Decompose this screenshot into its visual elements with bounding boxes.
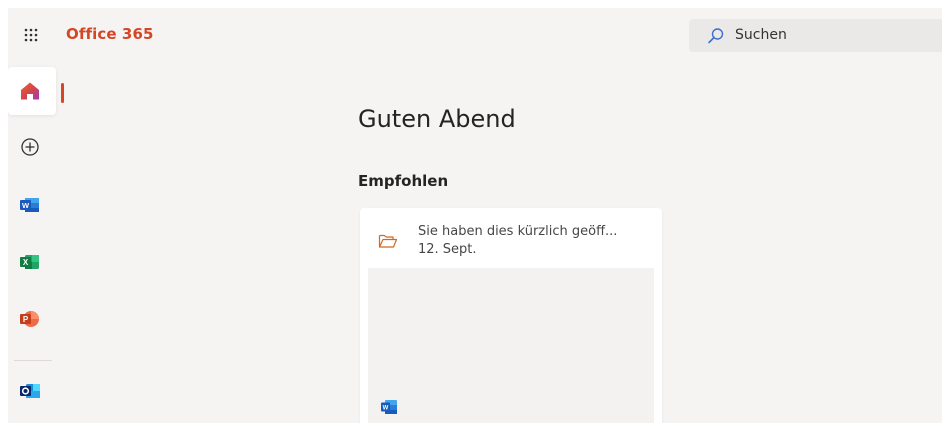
svg-text:W: W xyxy=(22,201,30,210)
rail-item-excel[interactable]: X xyxy=(8,238,56,286)
active-indicator xyxy=(61,83,64,103)
home-icon xyxy=(18,79,42,103)
document-thumbnail[interactable]: W xyxy=(368,268,654,423)
rail-divider xyxy=(14,360,52,361)
search-box[interactable]: Suchen xyxy=(689,19,942,52)
top-bar: Office 365 Suchen xyxy=(8,8,942,62)
search-placeholder: Suchen xyxy=(735,27,787,43)
recommended-card[interactable]: Sie haben dies kürzlich geöff... 12. Sep… xyxy=(360,208,662,423)
rail-item-word[interactable]: W xyxy=(8,181,56,229)
add-circle-icon xyxy=(18,135,42,159)
rail-item-powerpoint[interactable]: P xyxy=(8,295,56,343)
greeting-heading: Guten Abend xyxy=(358,105,516,133)
card-activity-text: Sie haben dies kürzlich geöff... xyxy=(418,224,618,239)
rail-item-create[interactable] xyxy=(8,123,56,171)
svg-text:W: W xyxy=(383,406,389,412)
svg-text:P: P xyxy=(23,315,29,324)
svg-text:X: X xyxy=(23,258,29,267)
folder-open-icon xyxy=(378,233,398,249)
powerpoint-icon: P xyxy=(18,307,42,331)
outlook-icon xyxy=(18,379,42,403)
search-icon xyxy=(707,27,725,45)
card-date: 12. Sept. xyxy=(418,242,477,257)
word-icon: W xyxy=(380,399,398,415)
rail-item-outlook[interactable] xyxy=(8,367,56,415)
app-title[interactable]: Office 365 xyxy=(66,25,154,43)
word-icon: W xyxy=(18,193,42,217)
recommended-heading: Empfohlen xyxy=(358,172,449,190)
app-launcher-icon[interactable] xyxy=(23,27,39,43)
excel-icon: X xyxy=(18,250,42,274)
rail-item-home[interactable] xyxy=(8,67,56,115)
office-app: Office 365 Suchen W X P Guten Abend Empf… xyxy=(8,8,942,423)
left-rail: W X P xyxy=(8,64,68,423)
